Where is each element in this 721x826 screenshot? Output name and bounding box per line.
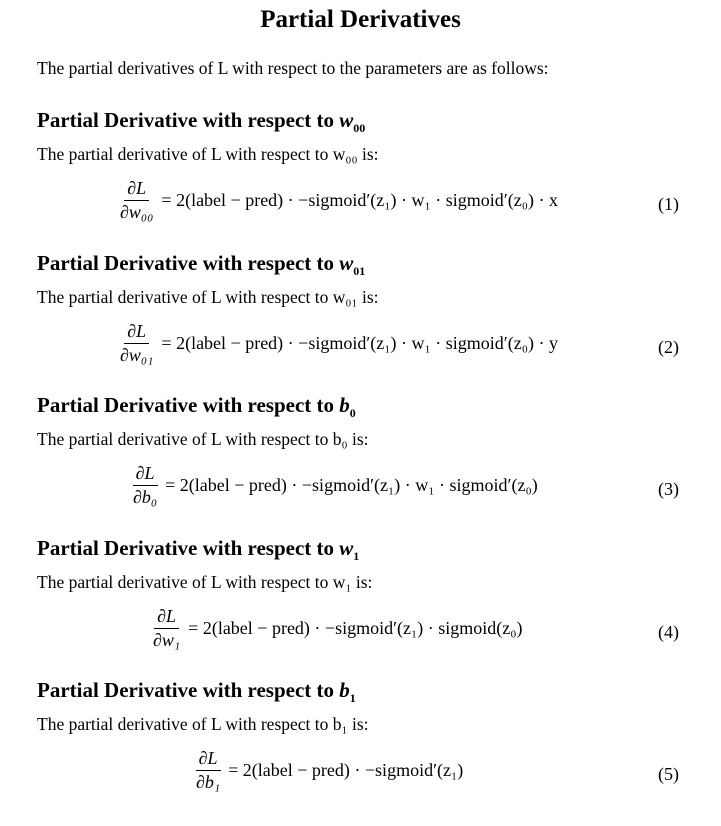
section-text: The partial derivative of L with respect… bbox=[37, 144, 379, 164]
equation: ∂L ∂w₁ = 2(label − pred) · −sigmoid′(z₁) … bbox=[0, 606, 721, 666]
numerator: ∂L bbox=[124, 178, 150, 201]
section-heading: Partial Derivative with respect to w1 bbox=[37, 536, 359, 564]
numerator: ∂L bbox=[154, 606, 180, 629]
denominator: ∂b₁ bbox=[196, 772, 221, 792]
denominator: ∂w₁ bbox=[153, 630, 181, 650]
heading-label: Partial Derivative with respect to bbox=[37, 678, 335, 702]
section-4: Partial Derivative with respect to w1 Th… bbox=[0, 536, 721, 678]
heading-var: w bbox=[339, 251, 354, 275]
numerator: ∂L bbox=[124, 321, 150, 344]
equation-number: (2) bbox=[658, 337, 679, 357]
equation: ∂L ∂b₁ = 2(label − pred) · −sigmoid′(z₁) … bbox=[0, 748, 721, 808]
equation-rhs: = 2(label − pred) · −sigmoid′(z₁) · w₁ ·… bbox=[165, 475, 538, 495]
section-heading: Partial Derivative with respect to b1 bbox=[37, 678, 356, 706]
equation-rhs: = 2(label − pred) · −sigmoid′(z₁) bbox=[228, 760, 464, 780]
denominator: ∂b₀ bbox=[133, 487, 158, 507]
equation-number: (3) bbox=[658, 479, 679, 499]
heading-label: Partial Derivative with respect to bbox=[37, 251, 335, 275]
equation-rhs: = 2(label − pred) · −sigmoid′(z₁) · w₁ ·… bbox=[161, 190, 558, 210]
equation: ∂L ∂w₀₀ = 2(label − pred) · −sigmoid′(z₁)… bbox=[0, 178, 721, 238]
heading-sub: 0 bbox=[349, 406, 356, 421]
section-text: The partial derivative of L with respect… bbox=[37, 714, 369, 734]
section-5: Partial Derivative with respect to b1 Th… bbox=[0, 678, 721, 820]
section-heading: Partial Derivative with respect to b0 bbox=[37, 393, 356, 421]
section-text: The partial derivative of L with respect… bbox=[37, 429, 369, 449]
heading-label: Partial Derivative with respect to bbox=[37, 393, 335, 417]
section-3: Partial Derivative with respect to b0 Th… bbox=[0, 393, 721, 535]
denominator: ∂w₀₁ bbox=[120, 345, 154, 365]
page-title: Partial Derivatives bbox=[260, 6, 461, 33]
section-heading: Partial Derivative with respect to w00 bbox=[37, 108, 365, 136]
section-1: Partial Derivative with respect to w00 T… bbox=[0, 108, 721, 250]
section-text: The partial derivative of L with respect… bbox=[37, 287, 379, 307]
section-2: Partial Derivative with respect to w01 T… bbox=[0, 251, 721, 393]
equation-number: (4) bbox=[658, 622, 679, 642]
heading-var: w bbox=[339, 108, 354, 132]
heading-var: w bbox=[339, 536, 354, 560]
equation-number: (5) bbox=[658, 764, 679, 784]
equation: ∂L ∂b₀ = 2(label − pred) · −sigmoid′(z₁) … bbox=[0, 463, 721, 523]
equation: ∂L ∂w₀₁ = 2(label − pred) · −sigmoid′(z₁)… bbox=[0, 321, 721, 381]
section-heading: Partial Derivative with respect to w01 bbox=[37, 251, 365, 279]
heading-label: Partial Derivative with respect to bbox=[37, 536, 335, 560]
fraction: ∂L ∂w₀₁ bbox=[117, 321, 156, 366]
denominator: ∂w₀₀ bbox=[120, 202, 154, 222]
equation-number: (1) bbox=[658, 194, 679, 214]
numerator: ∂L bbox=[195, 748, 221, 771]
heading-sub: 00 bbox=[353, 121, 366, 136]
heading-var: b bbox=[339, 393, 350, 417]
numerator: ∂L bbox=[132, 463, 158, 486]
heading-sub: 01 bbox=[353, 264, 366, 279]
heading-sub: 1 bbox=[349, 691, 356, 706]
heading-sub: 1 bbox=[353, 549, 360, 564]
fraction: ∂L ∂b₀ bbox=[130, 463, 160, 508]
heading-var: b bbox=[339, 678, 350, 702]
fraction: ∂L ∂w₁ bbox=[150, 606, 183, 651]
fraction: ∂L ∂w₀₀ bbox=[117, 178, 156, 223]
section-text: The partial derivative of L with respect… bbox=[37, 572, 373, 592]
intro-text: The partial derivatives of L with respec… bbox=[37, 58, 549, 78]
equation-rhs: = 2(label − pred) · −sigmoid′(z₁) · w₁ ·… bbox=[161, 333, 558, 353]
fraction: ∂L ∂b₁ bbox=[193, 748, 223, 793]
heading-label: Partial Derivative with respect to bbox=[37, 108, 335, 132]
equation-rhs: = 2(label − pred) · −sigmoid′(z₁) · sigm… bbox=[188, 618, 523, 638]
